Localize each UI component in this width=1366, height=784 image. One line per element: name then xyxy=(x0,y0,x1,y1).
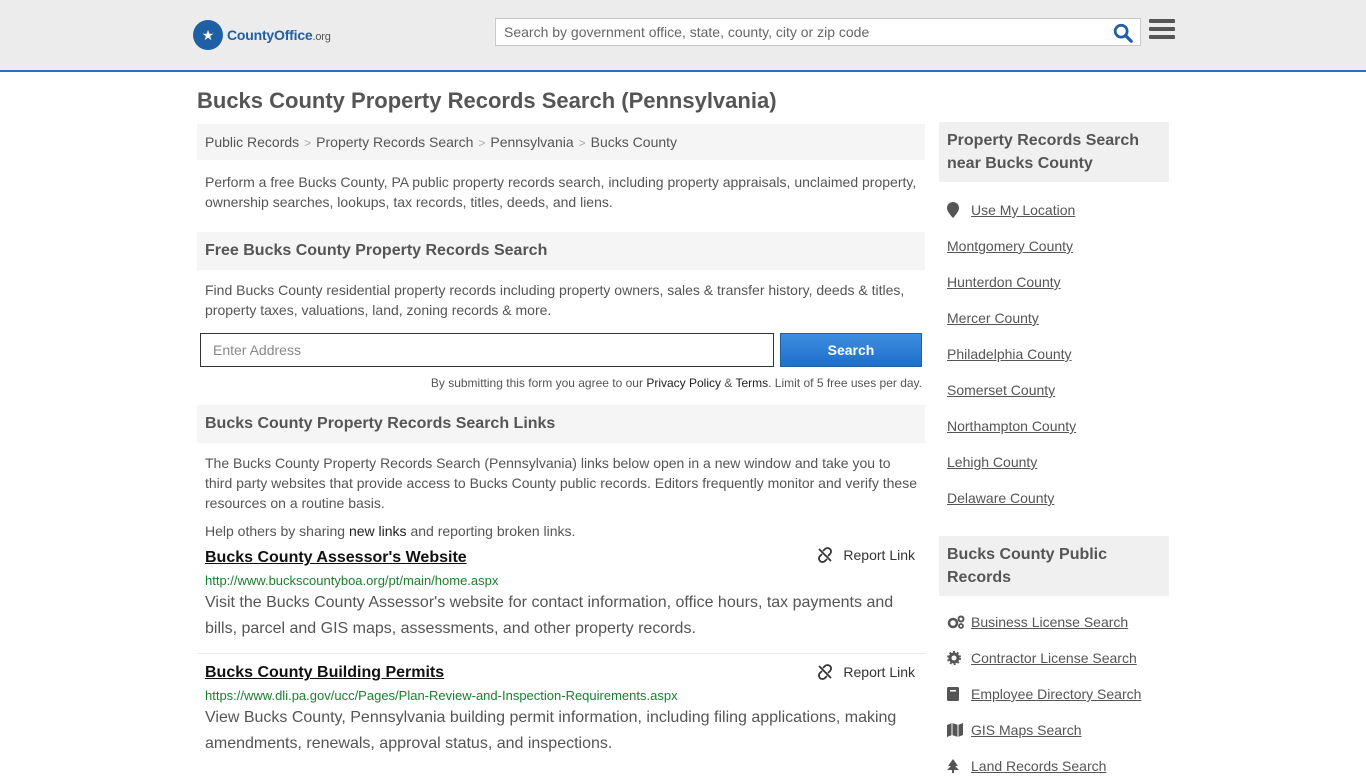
resource-link-title[interactable]: Bucks County Assessor's Website xyxy=(205,549,467,567)
resource-link-url: https://www.dli.pa.gov/ucc/Pages/Plan-Re… xyxy=(205,688,678,703)
list-item: Land Records Search xyxy=(947,748,1169,784)
search-icon[interactable] xyxy=(1112,22,1134,44)
use-my-location-link[interactable]: Use My Location xyxy=(971,202,1075,218)
list-item: Montgomery County xyxy=(947,228,1169,264)
search-button[interactable]: Search xyxy=(780,333,922,367)
sidebar: Property Records Search near Bucks Count… xyxy=(939,122,1169,784)
terms-link[interactable]: Terms xyxy=(735,376,768,390)
public-record-link[interactable]: Contractor License Search xyxy=(971,650,1137,666)
resource-link-description: View Bucks County, Pennsylvania building… xyxy=(205,709,897,752)
list-item: Delaware County xyxy=(947,480,1169,516)
list-item: Use My Location xyxy=(947,192,1169,228)
resource-link-entry: Bucks County Assessor's Website Report L… xyxy=(197,543,925,654)
links-text: The Bucks County Property Records Search… xyxy=(205,455,918,511)
nearby-county-link[interactable]: Philadelphia County xyxy=(947,346,1072,362)
nearby-county-link[interactable]: Hunterdon County xyxy=(947,274,1061,290)
site-search xyxy=(495,18,1141,46)
nearby-county-link[interactable]: Mercer County xyxy=(947,310,1039,326)
address-input[interactable] xyxy=(200,333,774,367)
eagle-logo-icon: ★ xyxy=(193,20,223,50)
list-item: Somerset County xyxy=(947,372,1169,408)
address-search-form: Search xyxy=(197,333,925,367)
site-search-input[interactable] xyxy=(496,19,1096,45)
form-disclaimer: By submitting this form you agree to our… xyxy=(430,376,922,390)
new-links-link[interactable]: new links xyxy=(349,523,407,539)
breadcrumb-bucks-county[interactable]: Bucks County xyxy=(591,134,677,150)
site-logo[interactable]: ★ CountyOffice.org xyxy=(193,20,331,50)
tree-icon xyxy=(947,759,971,773)
public-record-link[interactable]: Employee Directory Search xyxy=(971,686,1141,702)
main-content: Public Records > Property Records Search > P… xyxy=(197,124,925,757)
public-record-link[interactable]: Business License Search xyxy=(971,614,1128,630)
page-title: Bucks County Property Records Search (Pe… xyxy=(197,88,777,113)
hamburger-menu-icon[interactable] xyxy=(1149,19,1175,43)
book-icon xyxy=(947,687,971,701)
nearby-county-link[interactable]: Somerset County xyxy=(947,382,1055,398)
location-pin-icon xyxy=(947,202,971,218)
list-item: Mercer County xyxy=(947,300,1169,336)
logo-text: CountyOffice.org xyxy=(227,27,331,43)
breadcrumb-public-records[interactable]: Public Records xyxy=(205,134,299,150)
list-item: Northampton County xyxy=(947,408,1169,444)
breadcrumb: Public Records > Property Records Search > P… xyxy=(197,124,925,160)
resource-link-url: http://www.buckscountyboa.org/pt/main/ho… xyxy=(205,573,499,588)
gears-icon xyxy=(947,615,971,629)
list-item: Business License Search xyxy=(947,604,1169,640)
free-search-text: Find Bucks County residential property r… xyxy=(205,282,905,318)
nearby-county-link[interactable]: Northampton County xyxy=(947,418,1076,434)
resource-link-entry: Bucks County Building Permits Report Lin… xyxy=(197,654,925,757)
resource-link-description: Visit the Bucks County Assessor's websit… xyxy=(205,594,894,637)
list-item: GIS Maps Search xyxy=(947,712,1169,748)
intro-text: Perform a free Bucks County, PA public p… xyxy=(205,174,917,210)
nearby-county-link[interactable]: Delaware County xyxy=(947,490,1054,506)
report-link-button[interactable]: Report Link xyxy=(817,547,915,563)
resource-link-title[interactable]: Bucks County Building Permits xyxy=(205,664,444,682)
list-item: Lehigh County xyxy=(947,444,1169,480)
breadcrumb-property-records[interactable]: Property Records Search xyxy=(316,134,473,150)
list-item: Employee Directory Search xyxy=(947,676,1169,712)
help-text: Help others by sharing new links and rep… xyxy=(205,523,576,539)
report-link-button[interactable]: Report Link xyxy=(817,664,915,680)
privacy-policy-link[interactable]: Privacy Policy xyxy=(646,376,721,390)
site-header: ★ CountyOffice.org xyxy=(0,0,1366,72)
free-search-heading: Free Bucks County Property Records Searc… xyxy=(197,232,925,270)
nearby-county-link[interactable]: Lehigh County xyxy=(947,454,1037,470)
public-records-list: Business License Search Contractor Licen… xyxy=(939,596,1169,784)
breadcrumb-pennsylvania[interactable]: Pennsylvania xyxy=(490,134,573,150)
public-record-link[interactable]: GIS Maps Search xyxy=(971,722,1082,738)
links-heading: Bucks County Property Records Search Lin… xyxy=(197,405,925,443)
map-icon xyxy=(947,723,971,737)
public-records-heading: Bucks County Public Records xyxy=(939,536,1169,596)
nearby-county-link[interactable]: Montgomery County xyxy=(947,238,1073,254)
nearby-heading: Property Records Search near Bucks Count… xyxy=(939,122,1169,182)
list-item: Contractor License Search xyxy=(947,640,1169,676)
broken-link-icon xyxy=(818,664,833,680)
broken-link-icon xyxy=(818,547,833,563)
nearby-list: Use My Location Montgomery County Hunter… xyxy=(939,182,1169,516)
list-item: Hunterdon County xyxy=(947,264,1169,300)
public-record-link[interactable]: Land Records Search xyxy=(971,758,1106,774)
list-item: Philadelphia County xyxy=(947,336,1169,372)
gear-icon xyxy=(947,651,971,665)
